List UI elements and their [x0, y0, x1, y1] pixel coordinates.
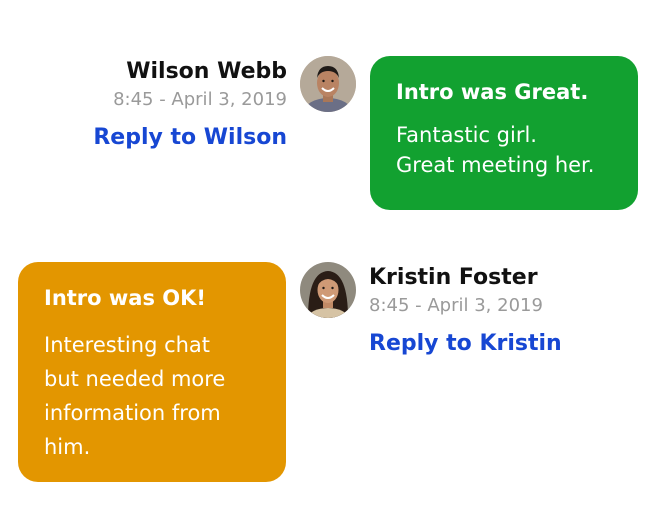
bubble-body: Fantastic girl. Great meeting her.: [396, 120, 612, 180]
bubble-line: Fantastic girl.: [396, 123, 537, 147]
bubble-title: Intro was Great.: [396, 80, 589, 104]
reply-link-kristin[interactable]: Reply to Kristin: [369, 330, 562, 358]
message-timestamp: 8:45 - April 3, 2019: [369, 295, 543, 316]
author-name: Kristin Foster: [369, 265, 538, 290]
avatar-image: [300, 56, 356, 112]
bubble-line: information from: [44, 401, 221, 425]
reply-link-wilson[interactable]: Reply to Wilson: [93, 124, 287, 152]
avatar-image: [300, 262, 356, 318]
bubble-body: Interesting chat but needed more informa…: [44, 328, 260, 464]
message-meta-wilson: Wilson Webb 8:45 - April 3, 2019 Reply t…: [93, 58, 287, 152]
bubble-title: Intro was OK!: [44, 286, 206, 310]
message-meta-kristin: Kristin Foster 8:45 - April 3, 2019 Repl…: [369, 264, 562, 358]
avatar: [300, 56, 356, 112]
bubble-line: Great meeting her.: [396, 153, 595, 177]
message-timestamp: 8:45 - April 3, 2019: [113, 89, 287, 110]
author-name: Wilson Webb: [126, 59, 287, 84]
avatar: [300, 262, 356, 318]
bubble-line: but needed more: [44, 367, 226, 391]
bubble-line: him.: [44, 435, 91, 459]
bubble-line: Interesting chat: [44, 333, 211, 357]
message-bubble-wilson: Intro was Great. Fantastic girl. Great m…: [370, 56, 638, 210]
message-bubble-kristin: Intro was OK! Interesting chat but neede…: [18, 262, 286, 482]
